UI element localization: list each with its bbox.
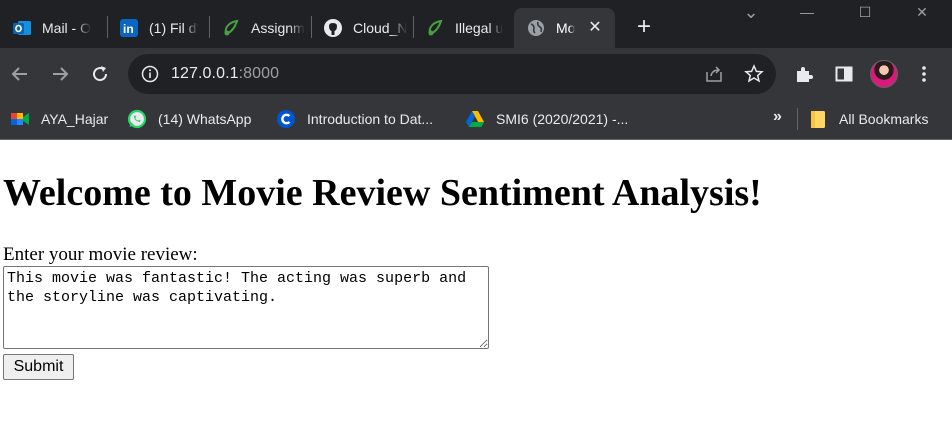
close-tab-icon[interactable]: ✕ [585,18,605,38]
bookmark-label: All Bookmarks [839,111,929,127]
browser-toolbar: 127.0.0.1:8000 [0,48,952,100]
tab-title: (1) Fil d' [149,20,200,36]
bookmark-whatsapp[interactable]: (14) WhatsApp [127,106,251,132]
reload-icon [93,66,108,82]
tab-strip: Mail - O in (1) Fil d' Assignm Cloud_N I… [0,0,952,48]
tab-title: Mo [556,20,576,36]
page-title: Welcome to Movie Review Sentiment Analys… [3,172,762,214]
url-host: 127.0.0.1 [171,65,239,82]
google-drive-icon [465,109,485,129]
bookmark-label: Introduction to Dat... [307,111,434,127]
bookmarks-divider [797,108,798,130]
whatsapp-icon [127,109,147,129]
bookmark-label: SMI6 (2020/2021) -... [496,111,629,127]
tab-movie-active[interactable]: Mo ✕ [514,8,615,48]
back-button[interactable] [6,60,34,88]
more-menu-icon[interactable] [912,62,936,86]
review-textarea[interactable]: This movie was fantastic! The acting was… [3,266,489,349]
bookmark-label: AYA_Hajar [41,111,109,127]
overleaf-icon [425,18,445,38]
new-tab-button[interactable]: + [630,14,658,42]
restore-button[interactable]: ☐ [850,4,880,26]
tab-cloud[interactable]: Cloud_N [311,8,413,48]
profile-avatar[interactable] [870,60,898,88]
bookmark-star-icon[interactable] [744,64,764,84]
tab-title: Assignm [251,20,305,36]
url-text: 127.0.0.1:8000 [171,65,279,83]
arrow-right-icon [53,67,69,81]
url-port: :8000 [238,65,280,82]
tab-title: Cloud_N [353,20,408,36]
globe-icon [526,18,546,38]
overleaf-icon [221,18,241,38]
side-panel-icon[interactable] [832,62,856,86]
site-info-icon[interactable] [140,64,160,84]
bookmark-intro-data[interactable]: Introduction to Dat... [276,106,433,132]
close-window-button[interactable]: ✕ [907,4,937,26]
page-content: Welcome to Movie Review Sentiment Analys… [0,141,952,447]
tab-linkedin[interactable]: in (1) Fil d' [107,8,207,48]
tab-title: Mail - O [42,20,91,36]
outlook-icon [12,18,32,38]
submit-button[interactable]: Submit [3,354,74,380]
tab-mail[interactable]: Mail - O [0,8,100,48]
folder-icon [808,109,828,129]
forward-button[interactable] [46,60,74,88]
share-icon[interactable] [704,64,724,84]
bookmark-label: (14) WhatsApp [158,111,252,127]
all-bookmarks-button[interactable]: All Bookmarks [808,106,928,132]
coursera-icon [276,109,296,129]
address-bar[interactable]: 127.0.0.1:8000 [128,54,776,94]
google-meet-icon [10,109,30,129]
reload-button[interactable] [86,60,114,88]
bookmark-aya-hajar[interactable]: AYA_Hajar [10,106,108,132]
tab-title: Illegal u [455,20,504,36]
bookmarks-bar: AYA_Hajar (14) WhatsApp Introduction to … [0,100,952,140]
github-icon [323,18,343,38]
tab-illegal[interactable]: Illegal u [413,8,513,48]
linkedin-icon: in [119,18,139,38]
bookmark-smi6[interactable]: SMI6 (2020/2021) -... [465,106,628,132]
tab-search-icon[interactable]: ⌄ [736,2,766,24]
bookmarks-overflow-chevron[interactable]: » [773,108,782,126]
tab-assignment[interactable]: Assignm [209,8,311,48]
arrow-left-icon [11,67,27,81]
review-label: Enter your movie review: [3,244,198,265]
extensions-icon[interactable] [792,62,816,86]
minimize-button[interactable]: — [792,4,822,26]
svg-text:in: in [123,22,134,36]
